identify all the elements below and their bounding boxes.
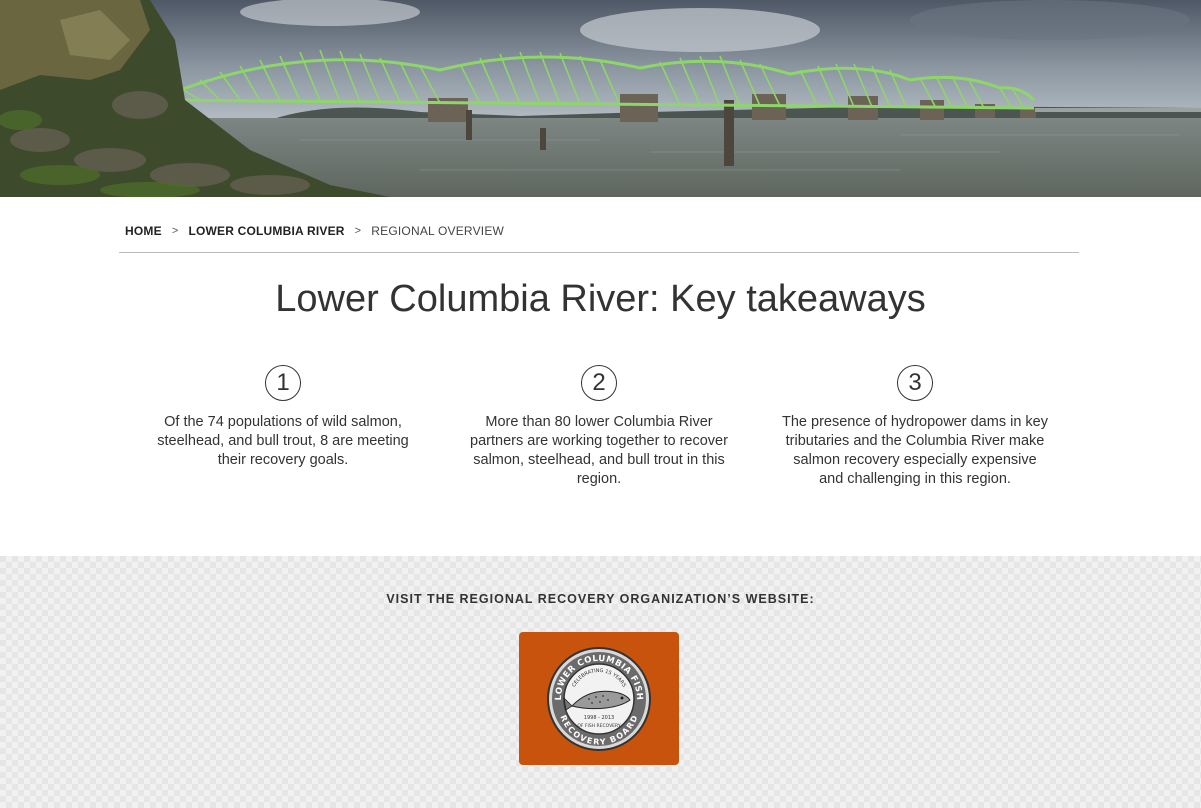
breadcrumb-current: REGIONAL OVERVIEW [371,224,505,238]
takeaway-text: Of the 74 populations of wild salmon, st… [157,414,409,468]
breadcrumb-region-link[interactable]: LOWER COLUMBIA RIVER [188,224,344,238]
takeaway-1: 1 Of the 74 populations of wild salmon, … [148,365,418,470]
logo-years-text: 1998 - 2013 [584,715,614,721]
number-circle-icon: 1 [265,365,301,401]
bridge-photo [0,0,1201,197]
breadcrumb-separator: > [354,225,362,237]
page-title: Lower Columbia River: Key takeaways [275,278,926,320]
divider [119,252,1079,253]
hero-banner [0,0,1201,197]
takeaway-text: More than 80 lower Columbia River partne… [470,414,728,487]
recovery-board-logo: LOWER COLUMBIA FISH RECOVERY BOARD CELEB… [547,646,651,751]
breadcrumb: HOME > LOWER COLUMBIA RIVER > REGIONAL O… [125,224,504,238]
takeaway-text: The presence of hydropower dams in key t… [782,414,1048,487]
regional-organization-section: VISIT THE REGIONAL RECOVERY ORGANIZATION… [0,556,1201,808]
logo-of-fish-text: OF FISH RECOVERY [577,723,620,729]
takeaway-2: 2 More than 80 lower Columbia River part… [464,365,734,489]
takeaway-3: 3 The presence of hydropower dams in key… [780,365,1050,489]
recovery-board-logo-link[interactable]: LOWER COLUMBIA FISH RECOVERY BOARD CELEB… [519,632,679,765]
number-circle-icon: 2 [581,365,617,401]
breadcrumb-separator: > [171,225,179,237]
breadcrumb-home-link[interactable]: HOME [125,224,162,238]
number-circle-icon: 3 [897,365,933,401]
visit-label: VISIT THE REGIONAL RECOVERY ORGANIZATION… [386,592,815,606]
